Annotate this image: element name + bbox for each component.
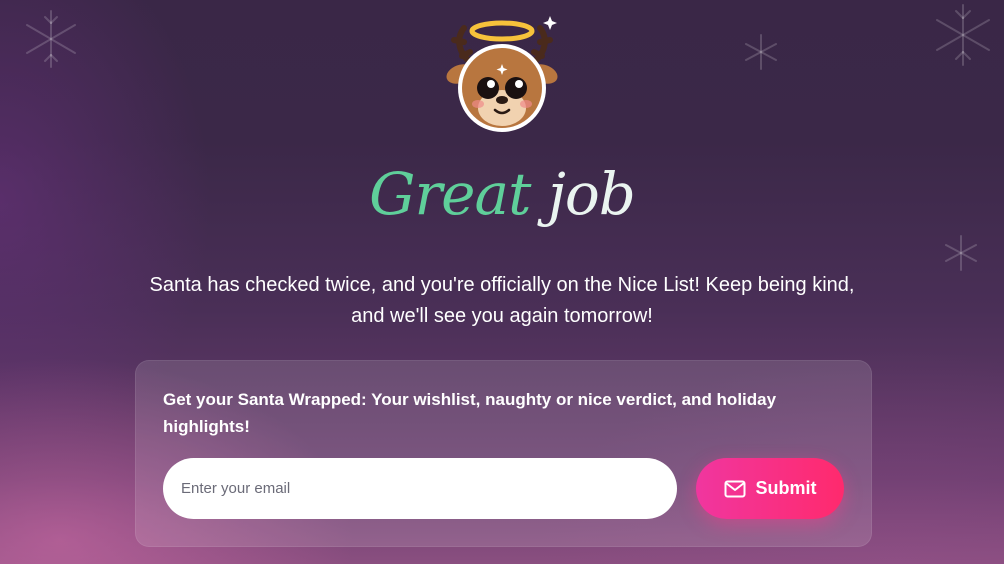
mail-icon (724, 480, 745, 497)
headline-word-job: job (547, 160, 636, 228)
subtitle: Santa has checked twice, and you're offi… (149, 274, 855, 327)
email-input[interactable] (163, 458, 677, 519)
snowflake-icon (936, 4, 990, 66)
santa-wrapped-card: Get your Santa Wrapped: Your wishlist, n… (135, 360, 872, 547)
snowflake-icon (26, 10, 76, 68)
card-description: Get your Santa Wrapped: Your wishlist, n… (163, 390, 777, 436)
angel-reindeer-icon (446, 16, 558, 132)
headline: Great job (0, 160, 1004, 228)
snowflake-icon (945, 235, 977, 271)
submit-label: Submit (755, 478, 817, 498)
submit-button[interactable]: Submit (696, 458, 844, 519)
headline-word-great: Great (369, 160, 531, 228)
snowflake-icon (745, 34, 777, 70)
